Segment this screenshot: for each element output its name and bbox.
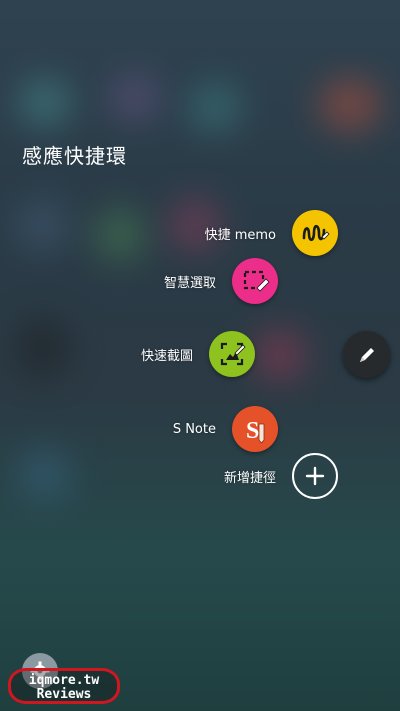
background-blur [20, 80, 70, 125]
shortcut-smart-select[interactable]: 智慧選取 [164, 258, 278, 304]
watermark-line: Reviews [36, 687, 92, 702]
watermark-line: iqmore.tw [28, 673, 100, 688]
shortcut-label: 智慧選取 [163, 275, 216, 291]
smart-select-icon [232, 258, 278, 304]
background-blur [15, 200, 70, 250]
background-blur [20, 450, 70, 500]
watermark-logo: iqmore.tw Reviews [8, 668, 120, 704]
background-blur [190, 85, 240, 130]
background-blur [320, 80, 380, 130]
air-command-pen-button[interactable] [343, 331, 390, 378]
svg-text:S: S [246, 418, 259, 444]
background-blur [18, 320, 68, 375]
shortcut-action-memo[interactable]: 快捷 memo [205, 210, 338, 256]
plus-icon [292, 453, 338, 499]
add-shortcut-button[interactable]: 新增捷徑 [224, 453, 338, 499]
background-blur [110, 75, 160, 120]
shortcut-label: 快捷 memo [204, 227, 276, 243]
shortcut-s-note[interactable]: S Note S [173, 406, 278, 452]
panel-title: 感應快捷環 [22, 144, 127, 168]
background-blur [95, 210, 145, 260]
memo-pen-icon [292, 210, 338, 256]
background-blur [255, 330, 305, 380]
pen-icon [359, 347, 374, 362]
shortcut-screen-write[interactable]: 快速截圖 [141, 331, 255, 377]
shortcut-label: S Note [172, 421, 216, 437]
s-note-icon: S [232, 406, 278, 452]
screen-write-icon [209, 331, 255, 377]
shortcut-label: 快速截圖 [140, 348, 193, 364]
add-shortcut-label: 新增捷徑 [223, 470, 276, 486]
